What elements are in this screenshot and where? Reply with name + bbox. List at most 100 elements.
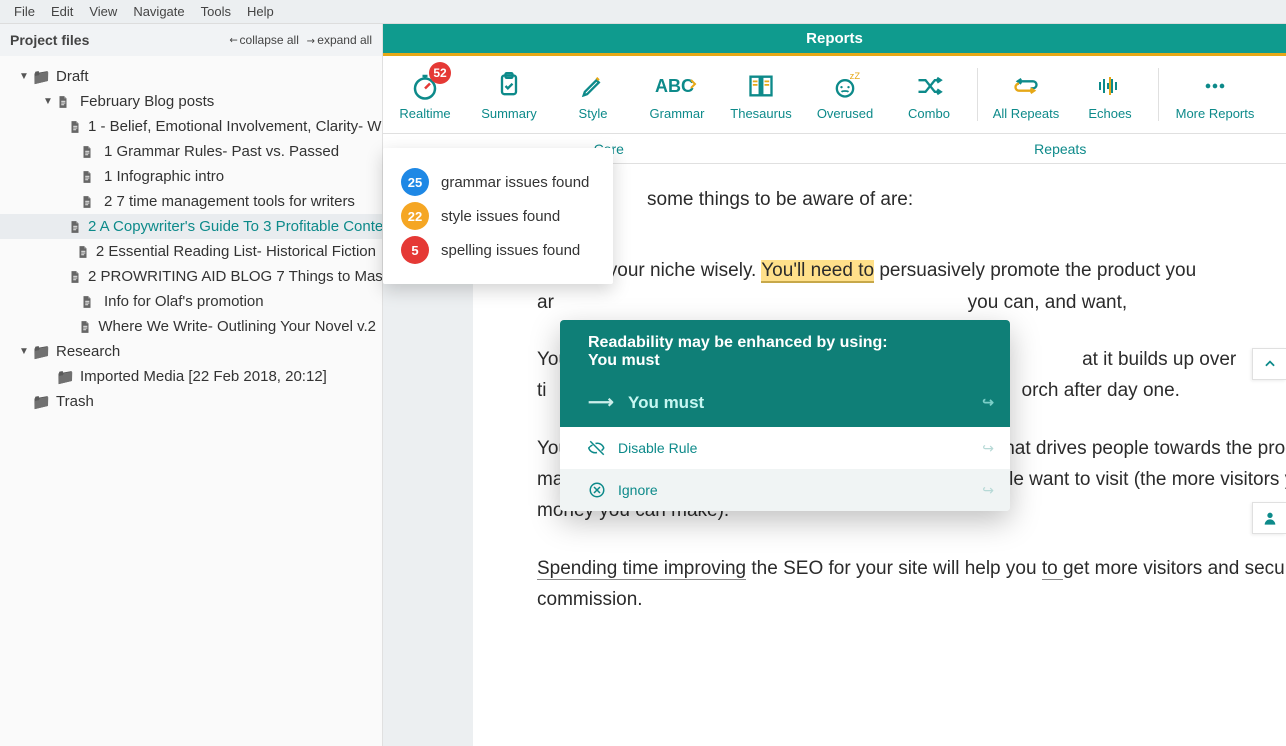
tree-item[interactable]: ▼Research: [0, 339, 382, 364]
issue-count-badge: 52: [429, 62, 451, 84]
tree-item[interactable]: 1 Grammar Rules- Past vs. Passed: [0, 139, 382, 164]
tool-realtime[interactable]: Realtime 52: [383, 56, 467, 133]
tree-item[interactable]: 2 Essential Reading List- Historical Fic…: [0, 239, 382, 264]
tool-label: Echoes: [1088, 106, 1131, 121]
tree-item-label: 2 PROWRITING AID BLOG 7 Things to Master: [88, 268, 382, 285]
menu-tools[interactable]: Tools: [193, 2, 239, 21]
tree-item[interactable]: Imported Media [22 Feb 2018, 20:12]: [0, 364, 382, 389]
caret-icon: ▼: [18, 71, 30, 82]
folder-icon: [56, 368, 74, 386]
tool-overused[interactable]: zZOverused: [803, 56, 887, 133]
tool-label: Realtime: [399, 106, 450, 121]
tool-thesaurus[interactable]: Thesaurus: [719, 56, 803, 133]
folder-open-icon: [32, 343, 50, 361]
tree-item[interactable]: 2 PROWRITING AID BLOG 7 Things to Master: [0, 264, 382, 289]
disable-rule-button[interactable]: Disable Rule ↪: [560, 427, 1010, 469]
style-icon: [579, 68, 607, 104]
menu-navigate[interactable]: Navigate: [125, 2, 192, 21]
tool-label: Thesaurus: [730, 106, 791, 121]
tree-item-label: Research: [56, 343, 120, 360]
tool-label: Style: [579, 106, 608, 121]
menu-help[interactable]: Help: [239, 2, 282, 21]
project-tree[interactable]: ▼Draft▼February Blog posts1 - Belief, Em…: [0, 56, 382, 422]
file-icon: [76, 245, 90, 259]
tool-all-repeats[interactable]: All Repeats: [984, 56, 1068, 133]
reports-title: Reports: [806, 30, 863, 47]
tool-label: More Reports: [1176, 106, 1255, 121]
ignore-label: Ignore: [618, 482, 658, 498]
grammar-icon: ABC: [655, 68, 699, 104]
underlined-issue[interactable]: to: [1042, 558, 1063, 580]
menu-file[interactable]: File: [6, 2, 43, 21]
tree-item-label: 2 7 time management tools for writers: [104, 193, 355, 210]
arrow-right-icon: ⟶: [588, 392, 628, 413]
overused-icon: zZ: [830, 68, 860, 104]
file-icon: [80, 170, 98, 184]
echoes-icon: [1093, 68, 1127, 104]
highlighted-issue[interactable]: You'll need to: [761, 260, 874, 283]
tool-label: Combo: [908, 106, 950, 121]
tool-echoes[interactable]: Echoes: [1068, 56, 1152, 133]
tree-item[interactable]: ▼ February Blog posts: [0, 89, 382, 114]
tree-item-label: 1 Infographic intro: [104, 168, 224, 185]
underlined-issue[interactable]: Spending time improving: [537, 558, 746, 580]
sidebar-title: Project files: [10, 32, 221, 48]
file-icon: [68, 270, 82, 284]
tree-item[interactable]: Trash: [0, 389, 382, 414]
issue-row[interactable]: 25 grammar issues found: [401, 168, 595, 196]
issue-row[interactable]: 22style issues found: [401, 202, 595, 230]
issue-label: spelling issues found: [441, 242, 580, 259]
separator: [977, 68, 978, 121]
suggestion-title: Readability may be enhanced by using:: [588, 334, 990, 352]
expand-all-button[interactable]: ↙expand all: [307, 33, 372, 47]
folder-open-icon: [32, 68, 50, 86]
tree-item[interactable]: 2 7 time management tools for writers: [0, 189, 382, 214]
sidebar-header: Project files ↙collapse all ↙expand all: [0, 24, 382, 56]
file-icon: [68, 220, 82, 234]
eye-off-icon: [588, 439, 618, 457]
caret-icon: ▼: [42, 96, 54, 107]
tool-more-reports[interactable]: More Reports: [1165, 56, 1265, 133]
redo-icon: ↪: [982, 482, 994, 499]
reports-toolbar: Realtime 52 Summary Style ABC Grammar Thesauru…: [383, 56, 1286, 134]
tool-label: Grammar: [650, 106, 705, 121]
sidebar: Project files ↙collapse all ↙expand all …: [0, 24, 383, 746]
tool-style[interactable]: Style: [551, 56, 635, 133]
tool-label: All Repeats: [993, 106, 1059, 121]
tree-item[interactable]: 2 A Copywriter's Guide To 3 Profitable C…: [0, 214, 382, 239]
tree-item-label: February Blog posts: [80, 93, 214, 110]
disable-rule-label: Disable Rule: [618, 440, 697, 456]
tree-item[interactable]: 1 - Belief, Emotional Involvement, Clari…: [0, 114, 382, 139]
more-reports-icon: [1200, 68, 1230, 104]
user-button[interactable]: [1252, 502, 1286, 534]
tree-item[interactable]: 1 Infographic intro: [0, 164, 382, 189]
close-circle-icon: [588, 481, 618, 499]
tree-item-label: Draft: [56, 68, 89, 85]
menu-view[interactable]: View: [81, 2, 125, 21]
tree-item[interactable]: Where We Write- Outlining Your Novel v.2: [0, 314, 382, 339]
thesaurus-icon: [746, 68, 776, 104]
suggestion-apply-button[interactable]: ⟶ You must ↪: [560, 382, 1010, 427]
realtime-issues-popup: 25 grammar issues found 22style issues fou…: [383, 148, 613, 284]
tree-item-label: Imported Media [22 Feb 2018, 20:12]: [80, 368, 327, 385]
folder-icon: [32, 393, 50, 411]
svg-text:ABC: ABC: [655, 76, 694, 96]
tool-grammar[interactable]: ABC Grammar: [635, 56, 719, 133]
ignore-button[interactable]: Ignore ↪: [560, 469, 1010, 511]
tree-item[interactable]: Info for Olaf's promotion: [0, 289, 382, 314]
issue-count: 25: [401, 168, 429, 196]
collapse-rail-button[interactable]: [1252, 348, 1286, 380]
tab-repeats[interactable]: Repeats: [835, 134, 1286, 163]
tree-item-label: 2 A Copywriter's Guide To 3 Profitable C…: [88, 218, 382, 235]
tree-item[interactable]: ▼ Draft: [0, 64, 382, 89]
menu-edit[interactable]: Edit: [43, 2, 81, 21]
tool-combo[interactable]: Combo: [887, 56, 971, 133]
collapse-all-button[interactable]: ↙collapse all: [229, 33, 299, 47]
issue-row[interactable]: 5spelling issues found: [401, 236, 595, 264]
issue-label: grammar issues found: [441, 174, 589, 191]
summary-icon: [495, 68, 523, 104]
redo-icon: ↪: [982, 440, 994, 457]
tool-summary[interactable]: Summary: [467, 56, 551, 133]
all-repeats-icon: [1011, 68, 1041, 104]
suggestion-replacement: You must: [628, 393, 704, 413]
